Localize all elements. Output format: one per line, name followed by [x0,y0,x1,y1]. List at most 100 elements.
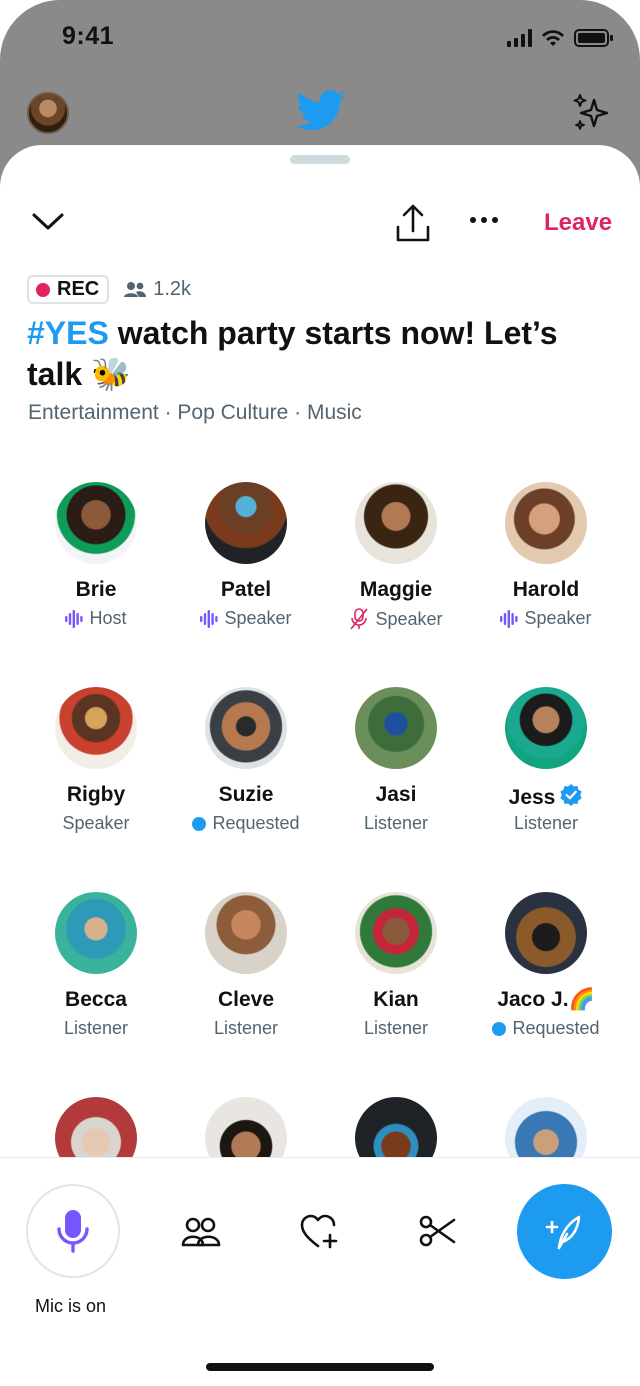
recording-dot-icon [36,282,50,297]
participant-role-text: Requested [512,1018,600,1038]
participant-role: Listener [321,813,471,834]
participant-becca[interactable]: Becca Listener [21,890,171,1065]
participant-patel[interactable]: Patel Speaker [171,480,321,655]
participant-name: Becca [21,988,171,1012]
microphone-icon [57,1210,89,1253]
participant-partial-15[interactable] [471,1095,621,1158]
participant-avatar[interactable] [505,1097,587,1158]
participant-name-text: Kian [373,988,419,1011]
sheet-grabber[interactable] [290,155,350,164]
participant-avatar[interactable] [55,1097,137,1158]
participant-role: Listener [171,1018,321,1039]
participant-role: Listener [21,1018,171,1039]
speaking-wave-icon [200,609,219,628]
participant-role-text: Listener [513,813,579,833]
twitter-bird-icon[interactable] [296,90,346,132]
avatar[interactable] [27,92,69,134]
share-icon[interactable] [392,203,434,245]
participant-role: Requested [471,1018,621,1039]
participant-avatar[interactable] [505,687,587,769]
participant-partial-14[interactable] [321,1095,471,1158]
participant-avatar[interactable] [205,1097,287,1158]
scissors-icon[interactable] [419,1214,457,1248]
space-sheet: Leave REC 1.2k #YES watch party starts n… [0,145,640,1386]
participant-jasi[interactable]: Jasi Listener [321,685,471,860]
space-title: #YES watch party starts now! Let’s talk … [27,313,617,395]
participant-avatar[interactable] [205,687,287,769]
participant-name-text: Jasi [375,783,417,806]
participant-avatar[interactable] [355,687,437,769]
participant-avatar[interactable] [505,482,587,564]
participant-jacoj[interactable]: Jaco J.🌈 Requested [471,890,621,1065]
participant-role: Speaker [171,608,321,629]
participant-role-text: Host [89,608,127,628]
participant-avatar[interactable] [355,482,437,564]
participant-name-text: Cleve [217,988,275,1011]
participant-role: Speaker [21,813,171,834]
sparkle-icon[interactable] [570,92,614,136]
participant-role: Listener [321,1018,471,1039]
more-options-icon[interactable] [470,217,498,223]
status-bar: 9:41 [0,0,640,80]
participant-name-text: Harold [512,578,580,601]
participant-brie[interactable]: Brie Host [21,480,171,655]
participant-partial-13[interactable] [171,1095,321,1158]
participant-avatar[interactable] [55,687,137,769]
participant-harold[interactable]: Harold Speaker [471,480,621,655]
participant-name-text: Becca [65,988,127,1011]
participant-role: Speaker [321,608,471,630]
space-topics: Entertainment · Pop Culture · Music [28,401,362,424]
requested-dot-icon [192,816,207,831]
speaking-wave-icon [65,609,84,628]
space-toolbar: Leave [0,195,640,255]
participant-name-text: Jess [508,786,556,809]
participant-avatar[interactable] [355,892,437,974]
participant-partial-12[interactable] [21,1095,171,1158]
bottom-bar: Mic is on [0,1157,640,1386]
participant-name: Patel [171,578,321,602]
listener-count-value: 1.2k [153,278,192,300]
wifi-icon [542,30,564,46]
participant-role-text: Listener [363,813,429,833]
people-icon[interactable] [181,1216,221,1248]
twitter-header [0,80,640,150]
participant-maggie[interactable]: Maggie Speaker [321,480,471,655]
participants-grid: Brie Host Patel Speaker Maggie Speaker Harold S… [21,480,621,1158]
participant-cleve[interactable]: Cleve Listener [171,890,321,1065]
participant-role-text: Listener [63,1018,129,1038]
listener-count[interactable]: 1.2k [123,278,191,301]
participant-suzie[interactable]: Suzie Requested [171,685,321,860]
title-hashtag[interactable]: #YES [27,315,109,351]
participant-name-text: Brie [75,578,117,601]
participant-name: Kian [321,988,471,1012]
participant-jess[interactable]: Jess Listener [471,685,621,860]
participant-avatar[interactable] [55,892,137,974]
participant-avatar[interactable] [205,892,287,974]
status-icons [507,28,614,48]
participant-kian[interactable]: Kian Listener [321,890,471,1065]
participant-avatar[interactable] [55,482,137,564]
chevron-down-icon[interactable] [30,209,66,233]
participant-avatar[interactable] [355,1097,437,1158]
participant-role-text: Listener [213,1018,279,1038]
requested-dot-icon [492,1021,507,1036]
cellular-signal-icon [507,29,532,47]
participant-role: Requested [171,813,321,834]
mic-button[interactable] [26,1184,120,1278]
participant-name: Harold [471,578,621,602]
participant-role-text: Speaker [375,608,443,629]
participant-name-text: Rigby [66,783,126,806]
participant-avatar[interactable] [205,482,287,564]
mic-muted-icon [350,608,369,630]
participant-avatar[interactable] [505,892,587,974]
participant-rigby[interactable]: Rigby Speaker [21,685,171,860]
participant-role-text: Speaker [62,813,130,833]
leave-button[interactable]: Leave [544,209,612,237]
participant-name-text: Suzie [218,783,274,806]
heart-plus-icon[interactable] [300,1214,340,1250]
participant-name: Jasi [321,783,471,807]
compose-tweet-button[interactable] [517,1184,612,1279]
participant-role: Host [21,608,171,629]
speaking-wave-icon [500,609,519,628]
home-indicator[interactable] [206,1363,434,1371]
